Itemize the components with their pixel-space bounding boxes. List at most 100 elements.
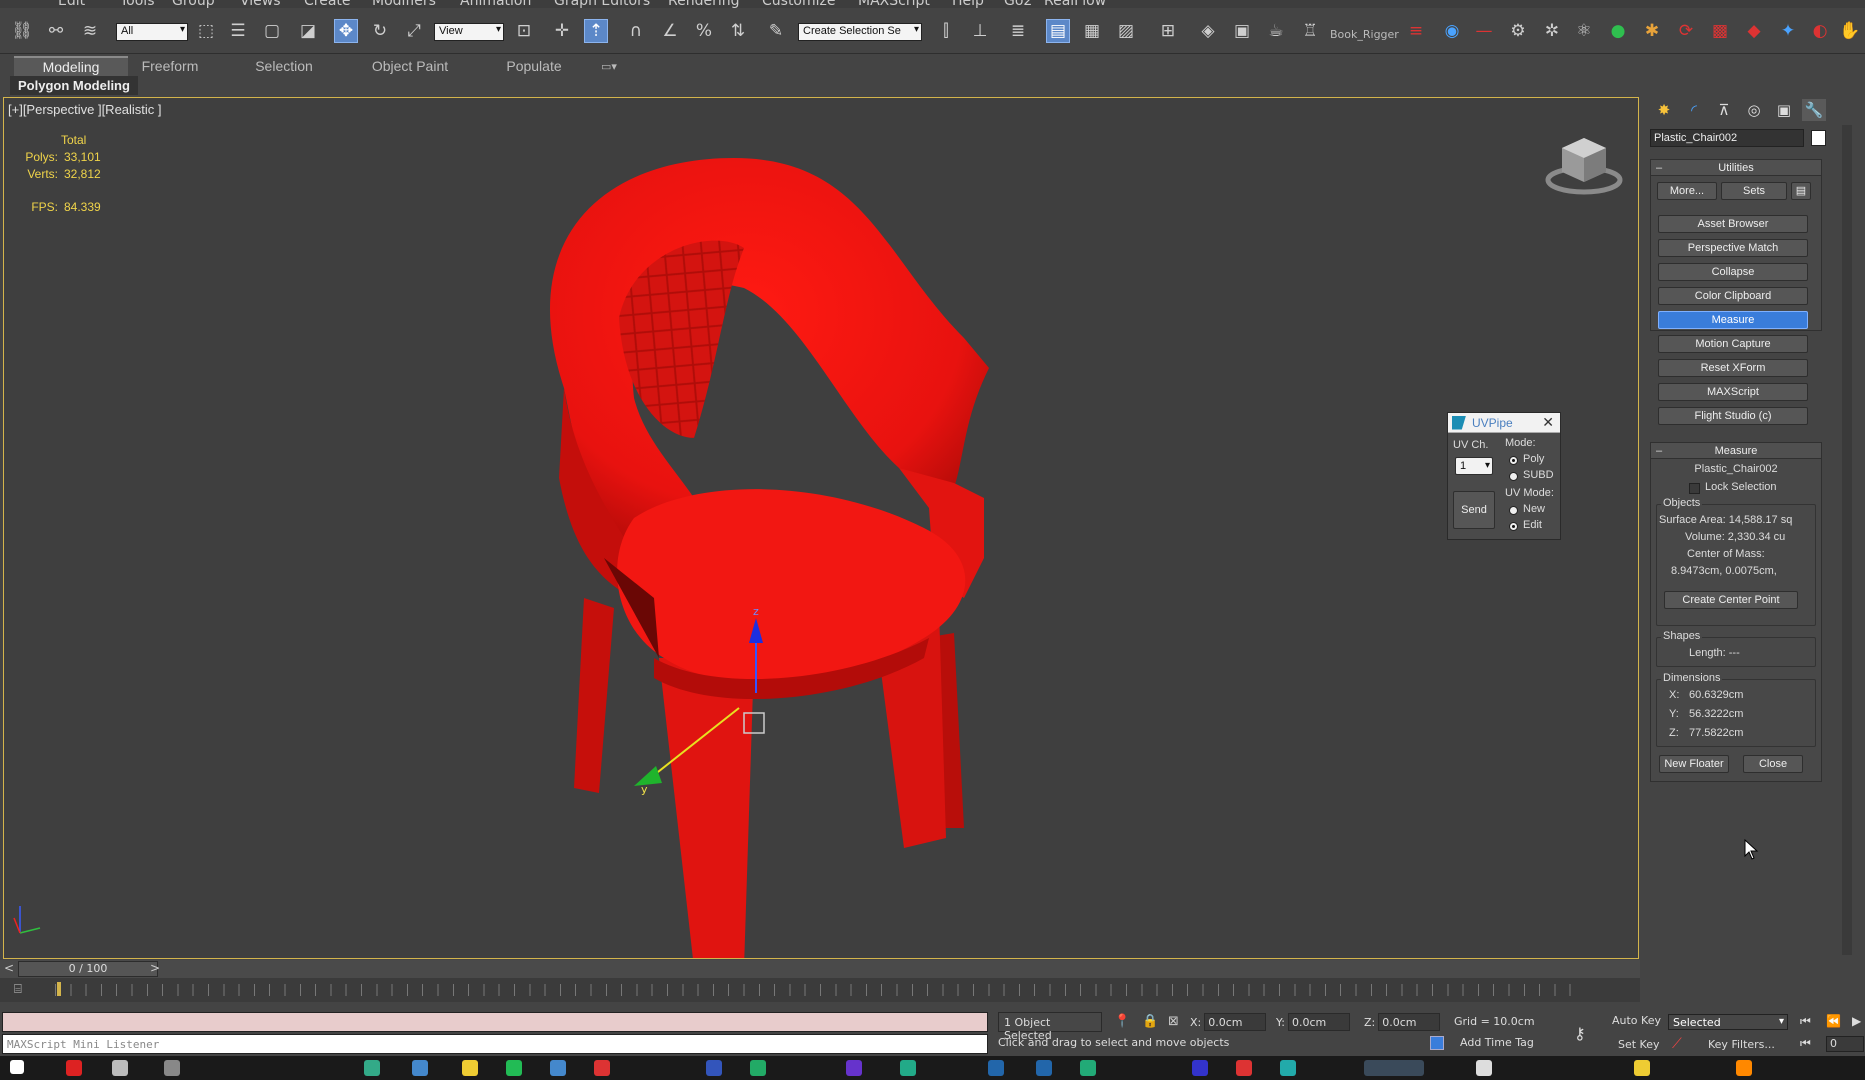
scene-explorer-icon[interactable]: ▤ (1046, 19, 1070, 43)
perspective-match-button[interactable]: Perspective Match (1658, 239, 1808, 257)
tab-freeform[interactable]: Freeform (132, 56, 208, 76)
script-tool-2-icon[interactable]: ✲ (1540, 19, 1564, 43)
auto-key-button[interactable]: Auto Key (1612, 1014, 1661, 1027)
book-rigger-label[interactable]: Book_Rigger (1330, 28, 1399, 41)
tab-object-paint[interactable]: Object Paint (360, 56, 460, 76)
mode-subd-radio[interactable] (1509, 472, 1518, 481)
maxscript-button[interactable]: MAXScript (1658, 383, 1808, 401)
taskbar-app-11-icon[interactable] (750, 1060, 766, 1076)
default-in-out-tangent-icon[interactable]: ⟋ (1672, 1036, 1682, 1052)
previous-frame-icon[interactable]: ⏪ (1826, 1014, 1841, 1028)
script-tool-6-icon[interactable]: ⟳ (1674, 19, 1698, 43)
isolate-icon[interactable]: 📍 (1114, 1014, 1130, 1029)
utilities-tab-icon[interactable]: 🔧 (1802, 99, 1826, 121)
object-name-field[interactable]: Plastic_Chair002 (1650, 129, 1804, 147)
angle-snap-icon[interactable]: ∠ (658, 19, 682, 43)
render-setup-icon[interactable]: ▣ (1230, 19, 1254, 43)
time-slider[interactable]: 0 / 100 (18, 961, 158, 977)
select-by-name-icon[interactable]: ☰ (226, 19, 250, 43)
pivot-center-icon[interactable]: ⊡ (512, 19, 536, 43)
track-bar[interactable]: ⌸ (0, 978, 1640, 1002)
key-icon[interactable]: ⚷ (1574, 1024, 1586, 1043)
menu-help[interactable]: Help (952, 0, 984, 8)
collapse-button[interactable]: Collapse (1658, 263, 1808, 281)
taskbar-3dsmax-icon[interactable] (1364, 1060, 1424, 1076)
polygon-modeling-label[interactable]: Polygon Modeling (10, 76, 138, 95)
edit-named-selection-icon[interactable]: ✎ (764, 19, 788, 43)
menu-create[interactable]: Create (304, 0, 351, 8)
lock-selection-checkbox[interactable] (1689, 483, 1700, 494)
render-frame-icon[interactable]: ☕ (1264, 19, 1288, 43)
taskbar-app-4-icon[interactable] (364, 1060, 380, 1076)
taskbar-app-5-icon[interactable] (412, 1060, 428, 1076)
current-frame-field[interactable]: 0 (1826, 1036, 1864, 1052)
time-slider-prev[interactable]: < (4, 961, 14, 975)
taskbar-app-8-icon[interactable] (550, 1060, 566, 1076)
set-key-button[interactable]: Set Key (1618, 1038, 1660, 1051)
send-button[interactable]: Send (1453, 491, 1495, 529)
script-tool-8-icon[interactable]: ◆ (1742, 19, 1766, 43)
taskbar-app-19-icon[interactable] (1280, 1060, 1296, 1076)
object-color-swatch[interactable] (1811, 130, 1826, 146)
flight-studio-button[interactable]: Flight Studio (c) (1658, 407, 1808, 425)
sets-button[interactable]: Sets (1721, 182, 1787, 200)
taskbar-app-7-icon[interactable] (506, 1060, 522, 1076)
mode-poly-radio[interactable] (1509, 456, 1518, 465)
menu-realflow[interactable]: RealFlow (1044, 0, 1106, 8)
line-tool-icon[interactable]: — (1472, 19, 1496, 43)
taskbar-app-2-icon[interactable] (112, 1060, 128, 1076)
select-and-scale-icon[interactable]: ⤢ (402, 19, 426, 43)
viewcube[interactable] (1544, 130, 1624, 200)
render-production-icon[interactable]: ♖ (1298, 19, 1322, 43)
curve-editor-icon[interactable]: ▨ (1114, 19, 1138, 43)
selection-filter-dropdown[interactable]: All ▾ (116, 23, 188, 41)
menu-modifiers[interactable]: Modifiers (372, 0, 436, 8)
windows-start-icon[interactable] (10, 1060, 24, 1074)
uv-channel-dropdown[interactable]: 1 ▾ (1455, 457, 1493, 475)
unlink-icon[interactable]: ⚯ (44, 19, 68, 43)
hierarchy-tab-icon[interactable]: ⊼ (1712, 99, 1736, 121)
menu-go2[interactable]: Go2 (1004, 0, 1032, 8)
ribbon-toggle-icon[interactable]: ▦ (1080, 19, 1104, 43)
play-icon[interactable]: ▶ (1852, 1014, 1861, 1028)
bind-space-warp-icon[interactable]: ≋ (78, 19, 102, 43)
script-tool-1-icon[interactable]: ⚙ (1506, 19, 1530, 43)
select-and-link-icon[interactable]: ⛓ (10, 19, 34, 43)
absolute-mode-icon[interactable]: ⊠ (1168, 1014, 1179, 1029)
measure-rollout-header[interactable]: – Measure (1651, 443, 1821, 459)
close-icon[interactable]: ✕ (1542, 414, 1554, 431)
ribbon-options-icon[interactable]: ▭▾ (594, 56, 624, 76)
script-tool-7-icon[interactable]: ▩ (1708, 19, 1732, 43)
configure-sets-icon[interactable]: ▤ (1791, 182, 1811, 200)
keyboard-shortcut-override-icon[interactable]: ⇡ (584, 19, 608, 43)
script-tool-9-icon[interactable]: ✦ (1776, 19, 1800, 43)
menu-maxscript[interactable]: MAXScript (858, 0, 930, 8)
script-tool-3-icon[interactable]: ⚛ (1572, 19, 1596, 43)
taskbar-app-21-icon[interactable] (1634, 1060, 1650, 1076)
script-tool-4-icon[interactable]: ● (1606, 19, 1630, 43)
maxscript-output[interactable] (2, 1012, 988, 1032)
mirror-icon[interactable]: ⫿ (934, 19, 958, 43)
uv-mode-new-radio[interactable] (1509, 506, 1518, 515)
taskbar-app-6-icon[interactable] (462, 1060, 478, 1076)
tab-modeling[interactable]: Modeling (14, 56, 128, 76)
align-icon[interactable]: ⊥ (968, 19, 992, 43)
select-object-icon[interactable]: ⬚ (194, 19, 218, 43)
asset-browser-button[interactable]: Asset Browser (1658, 215, 1808, 233)
reset-xform-button[interactable]: Reset XForm (1658, 359, 1808, 377)
material-editor-icon[interactable]: ◈ (1196, 19, 1220, 43)
display-tab-icon[interactable]: ▣ (1772, 99, 1796, 121)
maxscript-mini-listener[interactable]: MAXScript Mini Listener (2, 1034, 988, 1054)
script-tool-11-icon[interactable]: ✋ (1838, 19, 1862, 43)
percent-snap-icon[interactable]: % (692, 19, 716, 43)
menu-edit[interactable]: Edit (58, 0, 85, 8)
named-selection-dropdown[interactable]: Create Selection Se ▾ (798, 23, 922, 41)
mini-curve-editor-icon[interactable]: ⌸ (14, 982, 32, 998)
select-and-rotate-icon[interactable]: ↻ (368, 19, 392, 43)
z-coordinate[interactable]: Z: 0.0cm (1364, 1012, 1441, 1032)
tab-populate[interactable]: Populate (496, 56, 572, 76)
qr-icon[interactable]: ◉ (1440, 19, 1464, 43)
color-clipboard-button[interactable]: Color Clipboard (1658, 287, 1808, 305)
time-tag-icon[interactable] (1430, 1036, 1444, 1050)
snaps-toggle-icon[interactable]: ∩ (624, 19, 648, 43)
